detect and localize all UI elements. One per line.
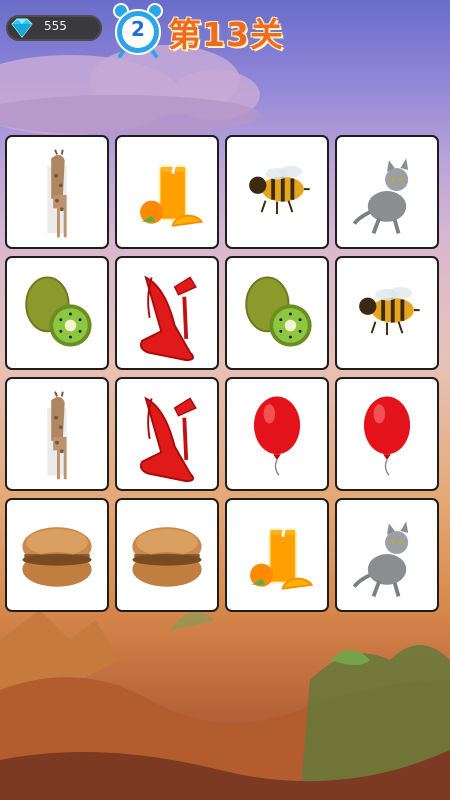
gem-count: 555 bbox=[44, 19, 67, 33]
red-high-heel-icon bbox=[139, 396, 197, 483]
diamond-icon bbox=[11, 18, 33, 38]
memory-card[interactable] bbox=[5, 256, 109, 370]
card-grid bbox=[5, 135, 447, 619]
memory-card[interactable] bbox=[5, 377, 109, 491]
red-high-heel-icon bbox=[139, 275, 197, 362]
red-balloon-icon bbox=[253, 396, 301, 476]
memory-card[interactable] bbox=[5, 135, 109, 249]
memory-card[interactable] bbox=[225, 135, 329, 249]
cat-icon bbox=[352, 521, 409, 598]
giraffe-icon bbox=[47, 391, 67, 480]
memory-card[interactable] bbox=[5, 498, 109, 612]
orange-juice-icon bbox=[250, 512, 314, 590]
kiwi-icon bbox=[25, 276, 92, 347]
cat-icon bbox=[352, 158, 409, 235]
memory-card[interactable] bbox=[115, 377, 219, 491]
memory-card[interactable] bbox=[335, 377, 439, 491]
bee-icon bbox=[359, 287, 420, 336]
level-number: 2 bbox=[131, 17, 145, 41]
memory-card[interactable] bbox=[225, 256, 329, 370]
level-clock-badge: 2 bbox=[110, 2, 166, 58]
memory-card[interactable] bbox=[115, 498, 219, 612]
memory-card[interactable] bbox=[225, 377, 329, 491]
orange-juice-icon bbox=[140, 149, 204, 227]
macaron-icon bbox=[132, 527, 202, 587]
cloud bbox=[0, 95, 260, 135]
bee-icon bbox=[249, 166, 310, 215]
level-title: 第13关 bbox=[168, 15, 284, 54]
memory-card[interactable] bbox=[115, 256, 219, 370]
gem-counter: 555 bbox=[6, 15, 102, 41]
memory-card[interactable] bbox=[335, 498, 439, 612]
memory-card[interactable] bbox=[335, 256, 439, 370]
top-hud: 555 2 第13关 bbox=[0, 0, 450, 62]
macaron-icon bbox=[22, 527, 92, 587]
memory-card[interactable] bbox=[225, 498, 329, 612]
red-balloon-icon bbox=[363, 396, 411, 476]
memory-card[interactable] bbox=[335, 135, 439, 249]
desert-landscape bbox=[0, 610, 450, 800]
kiwi-icon bbox=[245, 276, 312, 347]
giraffe-icon bbox=[47, 149, 67, 238]
memory-card[interactable] bbox=[115, 135, 219, 249]
